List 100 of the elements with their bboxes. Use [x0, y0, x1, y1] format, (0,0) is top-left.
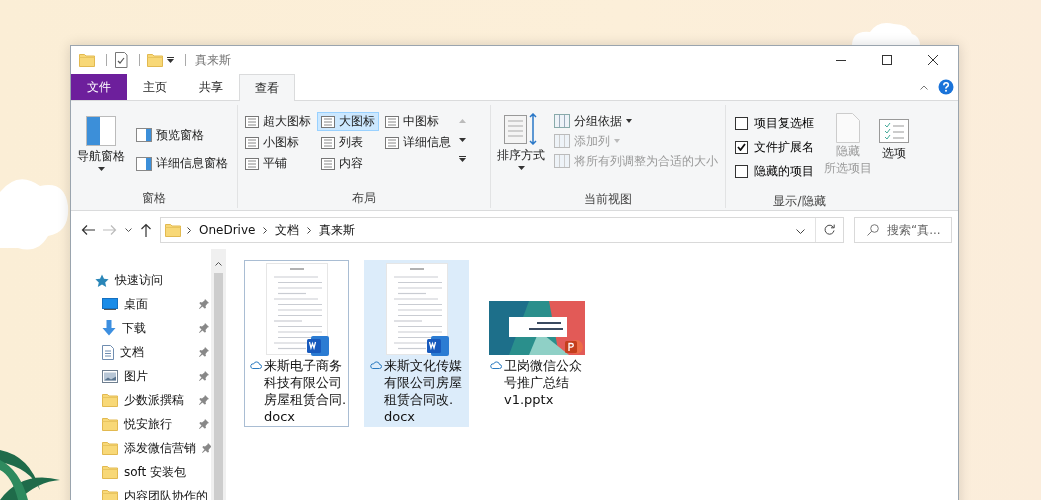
navigation-pane-button[interactable]: 导航窗格 — [74, 107, 128, 188]
checkbox[interactable] — [735, 164, 748, 178]
layout-option[interactable]: 列表 — [317, 133, 379, 152]
column-icon — [554, 133, 570, 149]
folder-icon — [102, 489, 118, 500]
layout-option[interactable]: 中图标 — [381, 112, 455, 131]
chevron-icon — [263, 226, 268, 234]
nav-item[interactable]: 少数派撰稿 — [71, 388, 211, 412]
dropdown-caret-icon[interactable] — [796, 229, 805, 234]
folder-icon — [102, 441, 118, 455]
star-icon — [95, 273, 109, 287]
refresh-icon[interactable] — [824, 222, 835, 235]
pin-icon — [202, 443, 211, 453]
column-icon — [554, 113, 570, 129]
back-arrow-icon[interactable] — [81, 224, 95, 236]
expand-gallery-icon[interactable] — [459, 156, 466, 162]
nav-item[interactable]: 添发微信营销 — [71, 436, 211, 460]
pane-button[interactable]: 详细信息窗格 — [134, 153, 230, 174]
file-name: 卫岗微信公众号推广总结v1.pptx — [504, 357, 583, 408]
ribbon-tab[interactable]: 共享 — [183, 74, 239, 100]
group-label: 布局 — [351, 190, 377, 207]
layout-option[interactable]: 平铺 — [241, 154, 315, 173]
layout-option[interactable]: 超大图标 — [241, 112, 315, 131]
view-option-button[interactable]: 分组依据 — [552, 111, 720, 131]
pane-icon — [136, 128, 152, 143]
caret-icon[interactable] — [167, 57, 174, 63]
nav-item[interactable]: 快速访问 — [71, 268, 211, 292]
column-icon — [554, 153, 570, 169]
view-icon — [245, 157, 259, 170]
scrollbar[interactable] — [211, 249, 226, 500]
chevron-icon — [307, 226, 312, 234]
pin-icon — [199, 395, 209, 405]
nav-item[interactable]: 图片 — [71, 364, 211, 388]
folder-icon — [102, 393, 118, 407]
sort-button[interactable]: 排序方式 — [494, 107, 548, 189]
sort-icon — [504, 113, 538, 145]
layout-option[interactable]: 大图标 — [317, 112, 379, 131]
file-name: 来斯文化传媒有限公司房屋租赁合同改.docx — [384, 357, 463, 425]
nav-item[interactable]: 悦安旅行 — [71, 412, 211, 436]
cloud-sync-icon — [490, 361, 502, 369]
word-icon — [307, 336, 329, 356]
picture-icon — [102, 369, 118, 383]
layout-option[interactable]: 详细信息 — [381, 133, 455, 152]
window-title: 真来斯 — [195, 51, 231, 69]
layout-option[interactable]: 小图标 — [241, 133, 315, 152]
cloud-sync-icon — [370, 361, 382, 369]
search-icon — [867, 224, 879, 236]
nav-item[interactable]: 桌面 — [71, 292, 211, 316]
file-name: 来斯电子商务科技有限公司房屋租赁合同.docx — [264, 357, 347, 425]
caret-icon — [517, 166, 525, 170]
nav-item[interactable]: 下载 — [71, 316, 211, 340]
caret-icon — [614, 139, 620, 143]
breadcrumb-item[interactable]: 真来斯 — [317, 221, 358, 239]
view-icon — [385, 115, 399, 128]
folder-icon — [165, 223, 181, 237]
view-icon — [245, 136, 259, 149]
caret-icon — [97, 167, 105, 171]
view-icon — [321, 136, 335, 149]
page-icon — [836, 113, 860, 143]
view-icon — [321, 157, 335, 170]
checkbox[interactable] — [735, 140, 748, 154]
folder-icon — [102, 465, 118, 479]
file-item[interactable]: 来斯电子商务科技有限公司房屋租赁合同.docx — [244, 260, 349, 427]
pane-button[interactable]: 预览窗格 — [134, 125, 230, 146]
folder-icon — [102, 417, 118, 431]
view-icon — [385, 136, 399, 149]
options-button[interactable]: 选项 — [876, 107, 912, 188]
caret-icon — [626, 119, 632, 123]
breadcrumb-item[interactable]: 文档 — [273, 221, 302, 239]
group-label: 窗格 — [141, 190, 167, 207]
file-menu-tab[interactable]: 文件 — [71, 74, 127, 100]
nav-item[interactable]: soft 安装包 — [71, 460, 211, 484]
ribbon-tab[interactable]: 查看 — [239, 74, 295, 101]
breadcrumb-item[interactable]: OneDrive — [197, 223, 258, 237]
file-item[interactable]: 来斯文化传媒有限公司房屋租赁合同改.docx — [364, 260, 469, 427]
search-field[interactable]: 搜索“真... — [854, 217, 952, 243]
properties-icon[interactable] — [114, 52, 128, 68]
checkbox-label: 项目复选框 — [754, 114, 814, 132]
address-field[interactable]: OneDrive 文档 真来斯 — [160, 217, 844, 243]
layout-option[interactable]: 内容 — [317, 154, 379, 173]
pin-icon — [199, 371, 209, 381]
recent-locations-caret-icon[interactable] — [125, 228, 132, 232]
collapse-ribbon-icon[interactable] — [920, 84, 928, 90]
checkbox-label: 隐藏的项目 — [754, 162, 814, 180]
checkbox[interactable] — [735, 116, 748, 130]
up-arrow-icon[interactable] — [140, 223, 152, 237]
powerpoint-icon — [565, 339, 583, 355]
help-icon[interactable] — [938, 79, 954, 95]
checkbox-label: 文件扩展名 — [754, 138, 814, 156]
file-item[interactable]: 卫岗微信公众号推广总结v1.pptx — [484, 260, 589, 427]
close-icon — [928, 55, 938, 65]
scroll-down-icon[interactable] — [459, 137, 466, 142]
pin-icon — [199, 347, 209, 357]
pin-icon — [199, 323, 209, 333]
ribbon-tab[interactable]: 主页 — [127, 74, 183, 100]
nav-item[interactable]: 文档 — [71, 340, 211, 364]
word-icon — [427, 336, 449, 356]
view-icon — [321, 115, 335, 128]
pane-icon — [136, 156, 152, 171]
cloud-sync-icon — [250, 361, 262, 369]
